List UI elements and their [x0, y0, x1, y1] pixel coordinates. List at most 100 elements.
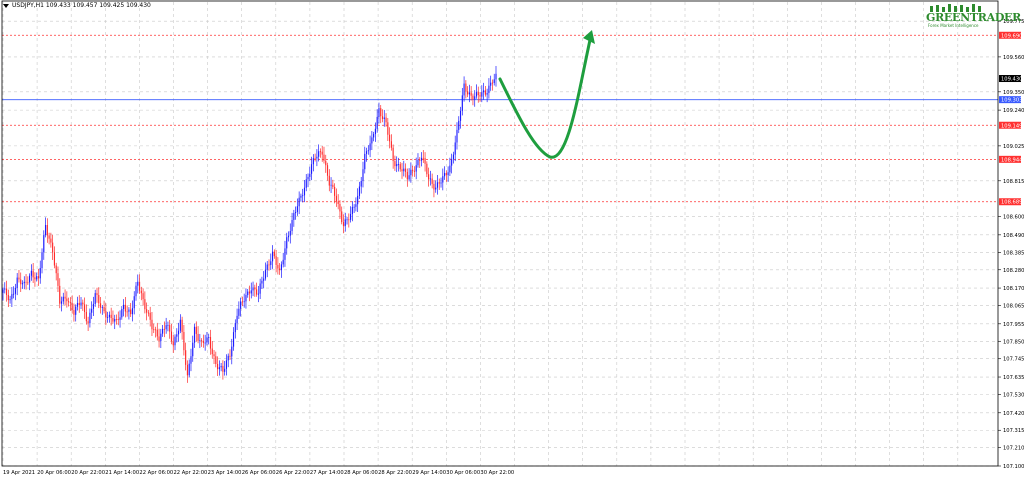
candle-body	[373, 134, 375, 138]
y-tick-label: 109.240	[1003, 108, 1024, 114]
candle-body	[137, 281, 139, 286]
candle-body	[240, 301, 242, 309]
candle-body	[465, 83, 467, 92]
candle-body	[44, 225, 47, 236]
price-chart[interactable]: 109.690 109.303 109.149 108.944 108.689 109.…	[0, 0, 1024, 479]
candle-body	[362, 169, 364, 181]
candle-body	[83, 304, 86, 313]
candle-body	[135, 285, 137, 297]
y-tick-label: 109.025	[1003, 144, 1024, 150]
candle-body	[151, 319, 153, 330]
dropdown-triangle-icon[interactable]	[3, 3, 9, 8]
candle-body	[493, 79, 495, 84]
candle-body	[412, 169, 414, 171]
candle-body	[96, 293, 98, 296]
candle-body	[488, 85, 490, 94]
y-tick-label: 107.315	[1003, 428, 1024, 434]
candle-body	[325, 160, 327, 166]
candle-body	[445, 172, 447, 176]
candle-body	[282, 259, 284, 265]
candle-body	[475, 92, 478, 97]
candle-body	[337, 201, 339, 204]
candle-body	[371, 137, 373, 144]
candle-body	[99, 303, 102, 308]
candle-body	[87, 321, 89, 324]
candle-body	[298, 197, 300, 207]
candle-body	[37, 276, 40, 279]
candle-body	[404, 168, 407, 172]
candle-body	[293, 213, 295, 220]
candle-body	[330, 184, 332, 186]
candle-body	[197, 333, 199, 341]
candle-body	[286, 237, 288, 249]
x-tick-label: 29 Apr 14:00	[412, 470, 446, 476]
candle-body	[367, 150, 369, 152]
candle-body	[98, 295, 100, 304]
candle-body	[309, 173, 311, 177]
candle-body	[435, 187, 437, 190]
candle-body	[390, 141, 392, 148]
candle-body	[176, 334, 178, 337]
candle-body	[328, 175, 330, 186]
candle-body	[23, 281, 25, 284]
candle-body	[351, 206, 353, 215]
y-tick-label: 109.560	[1003, 55, 1024, 61]
candle-body	[357, 195, 359, 205]
candle-body	[138, 281, 141, 291]
candle-body	[9, 299, 11, 301]
candle-body	[190, 356, 192, 364]
candle-body	[131, 308, 134, 315]
price-level-label: 108.689	[1001, 200, 1022, 206]
candle-body	[144, 299, 146, 310]
candle-body	[71, 303, 73, 311]
candle-body	[334, 186, 336, 196]
candle-body	[128, 309, 130, 312]
y-tick-label: 107.100	[1003, 464, 1024, 470]
candle-body	[275, 256, 277, 265]
y-tick-label: 107.210	[1003, 446, 1024, 452]
candle-body	[454, 142, 456, 155]
candle-body	[429, 178, 431, 180]
candle-body	[124, 304, 126, 312]
candle-body	[431, 178, 433, 184]
candle-body	[295, 211, 297, 214]
candle-body	[307, 176, 309, 180]
candle-body	[234, 323, 236, 333]
candle-body	[263, 278, 265, 281]
price-level-label: 109.690	[1001, 33, 1022, 39]
candle-body	[401, 169, 403, 172]
candle-body	[66, 298, 68, 302]
candle-body	[231, 346, 233, 357]
candle-body	[447, 172, 449, 176]
candle-body	[211, 348, 213, 355]
candle-body	[52, 242, 54, 253]
candle-body	[463, 83, 465, 96]
candle-body	[177, 330, 180, 335]
candle-body	[415, 165, 417, 172]
x-tick-label: 27 Apr 14:00	[310, 470, 344, 476]
y-tick-label: 107.745	[1003, 357, 1024, 363]
logo-tagline: Forex Market Intelligence	[928, 23, 979, 28]
candle-body	[490, 82, 492, 86]
candle-body	[399, 164, 401, 170]
candle-body	[209, 337, 212, 349]
candle-body	[162, 328, 164, 334]
candle-body	[394, 161, 396, 167]
candle-body	[14, 288, 16, 294]
candle-body	[107, 317, 109, 318]
candle-body	[48, 235, 50, 239]
x-tick-label: 22 Apr 06:00	[139, 470, 173, 476]
candle-body	[261, 280, 263, 284]
candle-body	[32, 270, 34, 278]
candle-body	[319, 151, 322, 153]
candle-body	[479, 95, 481, 97]
candle-body	[94, 293, 96, 304]
candle-body	[238, 308, 240, 316]
candle-body	[250, 290, 252, 294]
candle-body	[310, 164, 313, 174]
candle-body	[103, 307, 105, 312]
candle-body	[101, 307, 103, 308]
candle-body	[339, 203, 341, 212]
candle-body	[422, 157, 424, 159]
candle-body	[300, 195, 302, 198]
